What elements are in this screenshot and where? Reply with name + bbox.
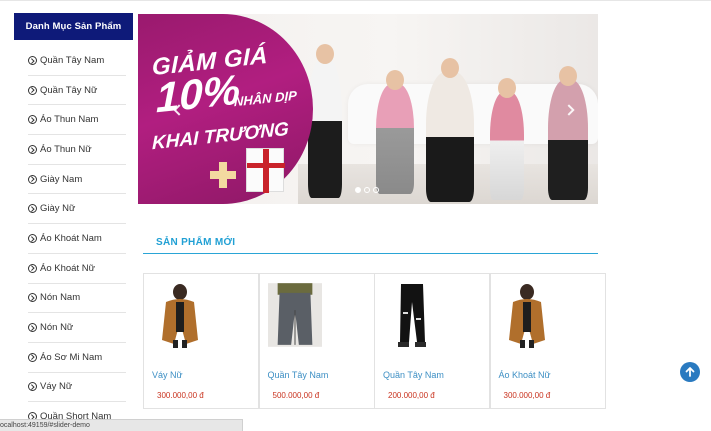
sidebar-item-label: Quần Tây Nam	[40, 54, 105, 66]
kid-head	[498, 78, 516, 98]
section-title: SẢN PHẨM MỚI	[156, 237, 236, 248]
banner-kid-figure	[490, 78, 524, 200]
slider-dot[interactable]	[364, 187, 370, 193]
kid-head	[316, 44, 334, 64]
new-products-header: SẢN PHẨM MỚI	[143, 236, 598, 254]
product-name[interactable]: Áo Khoát Nữ	[499, 370, 551, 380]
sidebar-item-quan-tay-nam[interactable]: Quần Tây Nam	[28, 46, 126, 76]
product-image-cardigan[interactable]	[498, 282, 555, 348]
product-price: 200.000,00 đ	[388, 391, 435, 400]
arrow-up-icon	[685, 367, 695, 377]
sidebar-item-label: Áo Khoát Nữ	[40, 262, 95, 274]
product-price: 500.000,00 đ	[272, 391, 320, 400]
sidebar-item-non-nu[interactable]: Nón Nữ	[28, 313, 126, 343]
chevron-circle-right-icon	[28, 323, 37, 333]
product-name[interactable]: Quần Tây Nam	[268, 370, 329, 380]
product-card[interactable]: Váy Nữ 300.000,00 đ	[143, 273, 259, 409]
sidebar-item-label: Áo Thun Nam	[40, 114, 99, 126]
chevron-circle-right-icon	[28, 85, 37, 95]
product-card[interactable]: Quần Tây Nam 200.000,00 đ	[374, 273, 490, 409]
browser-status-bar: ocalhost:49159/#slider-demo	[0, 419, 243, 431]
slider-dot[interactable]	[373, 187, 379, 193]
sidebar-item-label: Áo Sơ Mi Nam	[40, 351, 103, 363]
sidebar-item-non-nam[interactable]: Nón Nam	[28, 284, 126, 314]
category-sidebar: Danh Mục Sản Phẩm Quần Tây Nam Quần Tây …	[14, 13, 133, 431]
slider-indicators	[355, 187, 379, 193]
product-image-jeans[interactable]	[383, 282, 439, 348]
sidebar-item-label: Nón Nam	[40, 292, 81, 304]
product-card[interactable]: Áo Khoát Nữ 300.000,00 đ	[489, 273, 606, 409]
product-image-trousers[interactable]	[267, 282, 322, 348]
chevron-circle-right-icon	[28, 115, 37, 125]
banner-kid-figure	[548, 66, 588, 200]
chevron-circle-right-icon	[28, 352, 37, 362]
sidebar-item-label: Giày Nam	[40, 173, 83, 185]
promo-line-3: NHÂN DỊP	[234, 87, 297, 110]
chevron-circle-right-icon	[28, 233, 37, 243]
product-price: 300.000,00 đ	[157, 391, 204, 400]
product-card[interactable]: Quần Tây Nam 500.000,00 đ	[258, 273, 375, 409]
top-border	[0, 0, 711, 1]
scroll-to-top-button[interactable]	[680, 362, 700, 382]
sidebar-item-ao-thun-nam[interactable]: Áo Thun Nam	[28, 105, 126, 136]
sidebar-item-label: Váy Nữ	[40, 381, 73, 393]
category-list: Quần Tây Nam Quần Tây Nữ Áo Thun Nam Áo …	[28, 46, 126, 431]
sidebar-item-ao-khoat-nu[interactable]: Áo Khoát Nữ	[28, 254, 126, 284]
kid-head	[386, 70, 404, 90]
product-image-cardigan[interactable]	[152, 282, 208, 348]
chevron-circle-right-icon	[28, 55, 37, 65]
kid-head	[559, 66, 577, 86]
sidebar-item-ao-khoat-nam[interactable]: Áo Khoát Nam	[28, 224, 126, 254]
sidebar-item-vay-nu[interactable]: Váy Nữ	[28, 373, 126, 403]
banner-kid-figure	[426, 58, 474, 202]
chevron-circle-right-icon	[28, 382, 37, 392]
chevron-circle-right-icon	[28, 174, 37, 184]
sidebar-item-ao-so-mi-nam[interactable]: Áo Sơ Mi Nam	[28, 343, 126, 373]
sidebar-item-giay-nam[interactable]: Giày Nam	[28, 165, 126, 195]
chevron-circle-right-icon	[28, 293, 37, 303]
slider-dot[interactable]	[355, 187, 361, 193]
sidebar-heading: Danh Mục Sản Phẩm	[14, 13, 133, 40]
product-name[interactable]: Quần Tây Nam	[383, 370, 444, 380]
chevron-circle-right-icon	[28, 144, 37, 154]
promo-line-2: 10%	[156, 65, 241, 122]
chevron-circle-right-icon	[28, 263, 37, 273]
sidebar-item-ao-thun-nu[interactable]: Áo Thun Nữ	[28, 135, 126, 165]
sidebar-item-label: Giày Nữ	[40, 203, 76, 215]
product-name[interactable]: Váy Nữ	[152, 370, 183, 380]
sidebar-item-label: Quần Tây Nữ	[40, 84, 98, 96]
sidebar-item-quan-tay-nu[interactable]: Quần Tây Nữ	[28, 76, 126, 106]
product-grid: Váy Nữ 300.000,00 đ Quần Tây Nam 500.000…	[143, 273, 606, 409]
kid-head	[441, 58, 459, 78]
sidebar-item-label: Áo Thun Nữ	[40, 143, 92, 155]
product-price: 300.000,00 đ	[503, 391, 551, 400]
sidebar-item-giay-nu[interactable]: Giày Nữ	[28, 194, 126, 225]
promo-panel: GIẢM GIÁ 10% NHÂN DỊP KHAI TRƯƠNG	[138, 14, 313, 204]
banner-kid-figure	[376, 70, 414, 194]
chevron-circle-right-icon	[28, 204, 37, 214]
gift-box-icon	[246, 148, 285, 193]
sidebar-item-label: Nón Nữ	[40, 322, 74, 334]
promo-slider[interactable]: GIẢM GIÁ 10% NHÂN DỊP KHAI TRƯƠNG	[138, 14, 598, 204]
banner-kid-figure	[308, 44, 342, 198]
plus-icon	[210, 162, 236, 188]
sidebar-item-label: Áo Khoát Nam	[40, 232, 102, 244]
